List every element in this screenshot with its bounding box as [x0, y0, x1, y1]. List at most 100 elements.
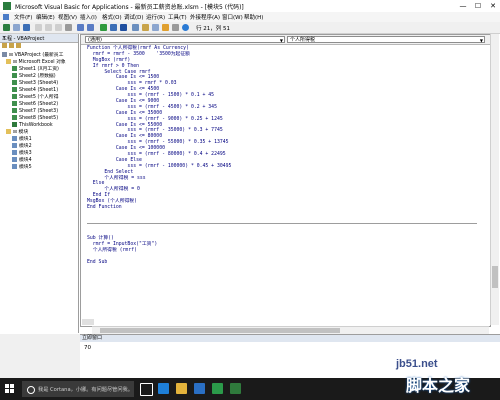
design-mode-icon[interactable] — [132, 24, 139, 31]
scroll-thumb[interactable] — [492, 266, 498, 288]
find-icon[interactable] — [65, 24, 72, 31]
menu-help[interactable]: 帮助(H) — [244, 13, 263, 21]
scroll-thumb[interactable] — [100, 328, 340, 333]
view-toggle-buttons[interactable] — [82, 319, 94, 325]
cortana-placeholder: 我是 Cortana，小娜。有问题尽管问我。 — [38, 387, 133, 393]
tree-item[interactable]: ⊟ VBAProject (最新员工 — [2, 52, 63, 59]
view-code-icon[interactable] — [2, 43, 7, 48]
vba-app-icon — [3, 2, 11, 10]
menu-edit[interactable]: 编辑(E) — [36, 13, 55, 21]
tree-item[interactable]: ⊟ Microsoft Excel 对象 — [6, 59, 66, 66]
sheet-icon — [12, 101, 17, 106]
tree-item[interactable]: 模块2 — [12, 143, 32, 150]
sheet-icon — [12, 108, 17, 113]
tree-item[interactable]: Sheet2 (原数据) — [12, 73, 56, 80]
project-explorer-icon[interactable] — [142, 24, 149, 31]
minimize-button[interactable]: — — [456, 1, 470, 11]
sheet-icon — [12, 73, 17, 78]
vertical-scrollbar[interactable] — [490, 34, 499, 325]
paste-icon[interactable] — [55, 24, 62, 31]
cortana-search-box[interactable]: 我是 Cortana，小娜。有问题尽管问我。 — [22, 381, 134, 397]
save-icon[interactable] — [23, 24, 30, 31]
sheet-icon — [12, 66, 17, 71]
maximize-button[interactable]: ☐ — [471, 1, 485, 11]
tree-item-label: ⊟ 模块 — [13, 130, 29, 135]
module-icon — [12, 157, 17, 162]
procedure-combo-value: 个人所得税 — [290, 37, 316, 43]
tree-item[interactable]: Sheet5 (个人所得 — [12, 94, 59, 101]
module-icon — [12, 143, 17, 148]
module-icon — [12, 164, 17, 169]
object-browser-icon[interactable] — [162, 24, 169, 31]
procedure-combo[interactable]: 个人所得税 ▼ — [287, 36, 485, 43]
code-line: End Function — [87, 205, 122, 211]
left-panel-blank — [0, 334, 80, 378]
close-button[interactable]: ✕ — [486, 1, 500, 11]
windows-start-icon[interactable] — [5, 384, 14, 393]
insert-module-icon[interactable] — [13, 24, 20, 31]
object-combo[interactable]: (通用) ▼ — [85, 36, 285, 43]
tree-item[interactable]: Sheet3 (Sheet4) — [12, 80, 58, 87]
watermark-brand: 脚本之家 — [406, 378, 471, 395]
immediate-window-title: 立即窗口 — [80, 335, 500, 342]
module-icon — [12, 136, 17, 141]
menu-bar: 文件(F) 编辑(E) 视图(V) 插入(I) 格式(O) 调试(D) 运行(R… — [0, 12, 500, 22]
file-explorer-icon[interactable] — [176, 383, 187, 394]
tree-item[interactable]: Sheet4 (Sheet1) — [12, 87, 58, 94]
tree-item[interactable]: 模块5 — [12, 164, 32, 171]
edge-icon[interactable] — [158, 383, 169, 394]
tree-item[interactable]: 模块3 — [12, 150, 32, 157]
browser-icon[interactable] — [212, 383, 223, 394]
window-title: Microsoft Visual Basic for Applications … — [15, 4, 244, 11]
excel-icon[interactable] — [230, 383, 241, 394]
close-icon[interactable]: × — [2, 35, 76, 41]
code-editor[interactable]: Function 个人所得税(rmrf As Currency) rmrf = … — [87, 46, 477, 265]
menu-view[interactable]: 视图(V) — [58, 13, 77, 21]
tree-item[interactable]: ThisWorkbook — [12, 122, 53, 129]
tree-item[interactable]: Sheet7 (Sheet3) — [12, 108, 58, 115]
task-view-icon[interactable] — [140, 383, 153, 396]
menu-debug[interactable]: 调试(D) — [124, 13, 144, 21]
tree-item[interactable]: 模块4 — [12, 157, 32, 164]
folder-icon — [6, 59, 11, 64]
store-icon[interactable] — [194, 383, 205, 394]
menu-insert[interactable]: 插入(I) — [80, 13, 97, 21]
watermark-site: jb51.net — [396, 358, 438, 370]
tree-item-label: Sheet3 (Sheet4) — [19, 81, 59, 86]
redo-icon[interactable] — [87, 24, 94, 31]
object-combo-value: (通用) — [88, 37, 102, 43]
cut-icon[interactable] — [35, 24, 42, 31]
toolbox-icon[interactable] — [172, 24, 179, 31]
horizontal-scrollbar[interactable] — [92, 326, 489, 334]
tree-item[interactable]: Sheet6 (Sheet2) — [12, 101, 58, 108]
help-icon[interactable] — [182, 24, 189, 31]
menu-format[interactable]: 格式(O) — [102, 13, 122, 21]
excel-view-icon[interactable] — [3, 24, 10, 31]
tree-item[interactable]: Sheet8 (Sheet5) — [12, 115, 58, 122]
menu-window[interactable]: 窗口(W) — [222, 13, 243, 21]
cortana-icon — [27, 386, 35, 394]
undo-icon[interactable] — [77, 24, 84, 31]
sub-block: Sub 计算() rmrf = InputBox("工资") 个人所得税 (rm… — [87, 236, 477, 265]
toggle-folders-icon[interactable] — [16, 43, 21, 48]
properties-icon[interactable] — [152, 24, 159, 31]
break-icon[interactable] — [110, 24, 117, 31]
tree-item[interactable]: 模块1 — [12, 136, 32, 143]
view-object-icon[interactable] — [9, 43, 14, 48]
menu-addins[interactable]: 外接程序(A) — [190, 13, 220, 21]
immediate-output: 70 — [84, 345, 91, 351]
function-block: Function 个人所得税(rmrf As Currency) rmrf = … — [87, 46, 477, 211]
reset-icon[interactable] — [120, 24, 127, 31]
tree-item[interactable]: Sheet1 (X月工资) — [12, 66, 59, 73]
tree-item[interactable]: ⊟ 模块 — [6, 129, 28, 136]
procedure-separator — [87, 222, 477, 224]
menu-tools[interactable]: 工具(T) — [168, 13, 187, 21]
project-icon — [2, 52, 7, 57]
run-icon[interactable] — [100, 24, 107, 31]
copy-icon[interactable] — [45, 24, 52, 31]
tree-item-label: Sheet2 (原数据) — [19, 74, 56, 79]
menu-file[interactable]: 文件(F) — [14, 13, 32, 21]
sheet-icon — [12, 80, 17, 85]
menu-run[interactable]: 运行(R) — [146, 13, 165, 21]
sheet-icon — [12, 87, 17, 92]
